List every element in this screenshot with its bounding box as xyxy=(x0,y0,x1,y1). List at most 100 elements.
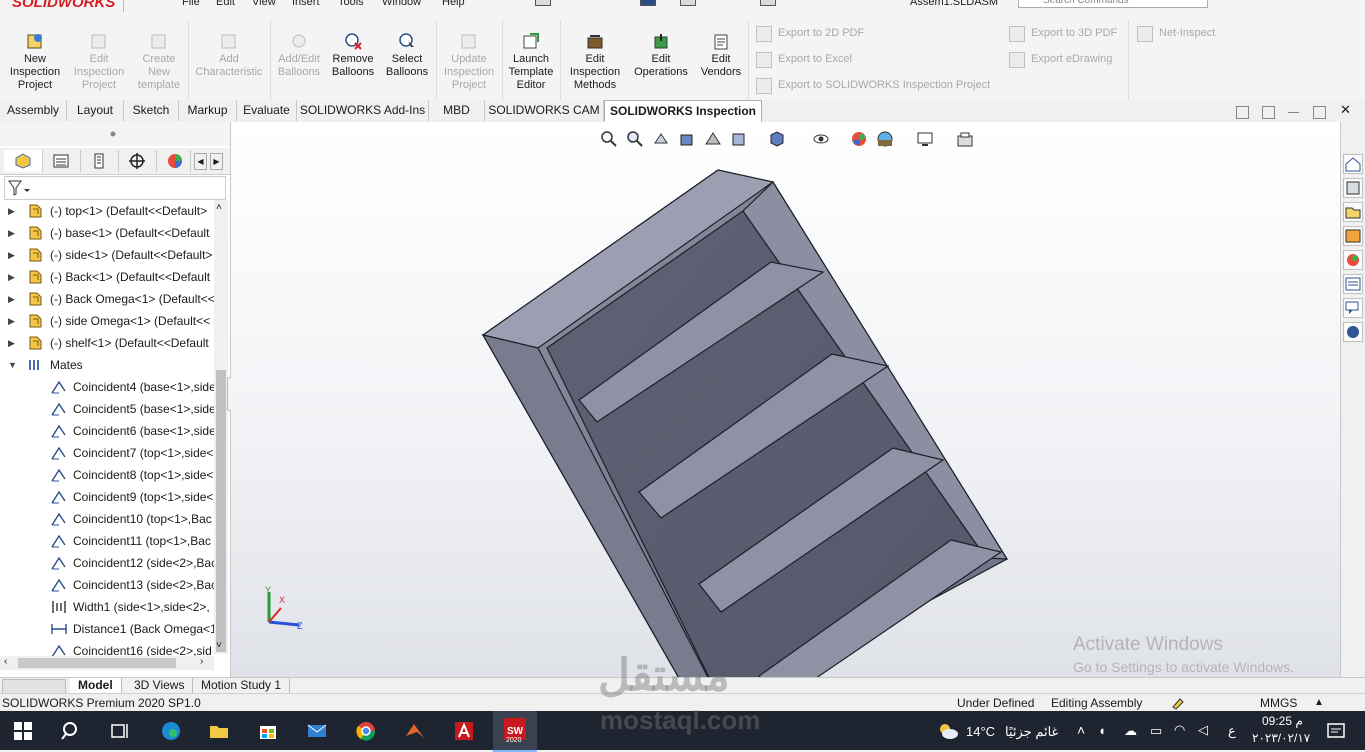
windows-start-icon[interactable] xyxy=(12,720,34,742)
edit-inspection-methods-button[interactable]: Edit Inspection Methods xyxy=(564,28,626,92)
menu-insert[interactable]: Insert xyxy=(292,0,320,8)
tab-markup[interactable]: Markup xyxy=(179,100,237,121)
tabs-scroll-right-icon[interactable]: ▶ xyxy=(210,153,223,170)
scroll-down-icon[interactable]: ˅ xyxy=(216,640,222,651)
tree-filter[interactable] xyxy=(4,176,226,200)
tree-mate-row[interactable]: Coincident4 (base<1>,side xyxy=(0,376,214,398)
create-new-template-button[interactable]: Create New template xyxy=(132,28,186,92)
tree-horizontal-scrollbar[interactable]: ‹ › xyxy=(0,656,214,670)
select-icon[interactable] xyxy=(760,0,776,6)
design-library-icon[interactable] xyxy=(1343,178,1363,198)
expand-arrow-icon[interactable]: ▶ xyxy=(8,288,15,310)
net-inspect-button[interactable]: Net-Inspect xyxy=(1137,25,1215,42)
temperature-text[interactable]: 14°C xyxy=(966,724,995,739)
appearances-scenes-icon[interactable] xyxy=(1343,250,1363,270)
wifi-icon[interactable]: ◠ xyxy=(1174,722,1185,738)
tab-addins[interactable]: SOLIDWORKS Add-Ins xyxy=(297,100,429,121)
configuration-manager-tab[interactable] xyxy=(80,150,119,172)
tree-mate-row[interactable]: Coincident8 (top<1>,side< xyxy=(0,464,214,486)
expand-arrow-icon[interactable]: ▶ xyxy=(8,200,15,222)
print-icon[interactable] xyxy=(680,0,696,6)
tree-mate-row[interactable]: Distance1 (Back Omega<1 xyxy=(0,618,214,640)
show-hidden-icons[interactable]: ˄ xyxy=(1077,722,1085,738)
matlab-icon[interactable] xyxy=(404,720,426,742)
restore-icon[interactable] xyxy=(1313,106,1326,119)
file-explorer-icon[interactable] xyxy=(1343,202,1363,222)
tab-cam[interactable]: SOLIDWORKS CAM xyxy=(485,100,604,121)
chrome-icon[interactable] xyxy=(355,720,377,742)
expand-arrow-icon[interactable]: ▶ xyxy=(8,244,15,266)
menu-help[interactable]: Help xyxy=(442,0,465,8)
property-manager-tab[interactable] xyxy=(42,150,81,172)
expand-arrow-icon[interactable]: ▶ xyxy=(8,332,15,354)
bookcase-3d-model[interactable] xyxy=(231,122,1340,677)
search-icon[interactable] xyxy=(60,720,82,742)
autocad-icon[interactable] xyxy=(453,720,475,742)
scroll-left-icon[interactable]: ‹ xyxy=(4,656,7,667)
custom-properties-icon[interactable] xyxy=(1343,274,1363,294)
tile-left-icon[interactable] xyxy=(1236,106,1249,119)
collapse-arrow-icon[interactable]: ▼ xyxy=(8,354,17,376)
export-inspection-project-button[interactable]: Export to SOLIDWORKS Inspection Project xyxy=(756,77,990,94)
tree-component-row[interactable]: ▶ (-) top<1> (Default<<Default> xyxy=(0,200,214,222)
export-edrawing-button[interactable]: Export eDrawing xyxy=(1009,51,1112,68)
view-palette-icon[interactable] xyxy=(1343,226,1363,246)
file-explorer-taskbar-icon[interactable] xyxy=(208,720,230,742)
tab-inspection[interactable]: SOLIDWORKS Inspection xyxy=(604,100,762,123)
close-icon[interactable]: ✕ xyxy=(1340,103,1351,116)
rebuild-icon[interactable] xyxy=(1170,695,1186,711)
graphics-area[interactable]: Y X Z Activate Windows Go to Settings to… xyxy=(231,122,1340,677)
tree-mates-folder[interactable]: ▼ Mates xyxy=(0,354,214,376)
menu-view[interactable]: View xyxy=(252,0,276,8)
edit-inspection-project-button[interactable]: Edit Inspection Project xyxy=(66,28,132,92)
home-icon[interactable] xyxy=(535,0,551,6)
add-characteristic-button[interactable]: Add Characteristic xyxy=(192,28,266,79)
mail-icon[interactable] xyxy=(306,720,328,742)
input-language-text[interactable]: ع xyxy=(1228,723,1236,739)
clock-time-text[interactable]: 09:25 م xyxy=(1262,714,1303,728)
tree-mate-row[interactable]: Coincident9 (top<1>,side< xyxy=(0,486,214,508)
tree-component-row[interactable]: ▶ (-) base<1> (Default<<Default xyxy=(0,222,214,244)
panel-sash[interactable] xyxy=(0,122,230,146)
menu-window[interactable]: Window xyxy=(382,0,421,8)
weather-icon[interactable] xyxy=(935,720,958,742)
search-commands-input[interactable]: Search Commands xyxy=(1018,0,1208,8)
notifications-icon[interactable] xyxy=(1325,720,1347,742)
tab-model[interactable]: Model xyxy=(70,678,122,693)
tree-mate-row[interactable]: Coincident11 (top<1>,Bac xyxy=(0,530,214,552)
tree-component-row[interactable]: ▶ (-) Back Omega<1> (Default<< xyxy=(0,288,214,310)
remove-balloons-button[interactable]: Remove Balloons xyxy=(326,28,380,79)
clock-date-text[interactable]: ٢٠٢٣/٠٢/١٧ xyxy=(1252,731,1310,745)
solidworks-taskbar-button[interactable]: SW 2020 xyxy=(493,711,537,752)
menu-tools[interactable]: Tools xyxy=(338,0,364,8)
tree-mate-row[interactable]: Coincident6 (base<1>,side xyxy=(0,420,214,442)
launch-template-editor-button[interactable]: Launch Template Editor xyxy=(504,28,558,92)
dimxpert-tab[interactable] xyxy=(118,150,157,172)
new-inspection-project-button[interactable]: New Inspection Project xyxy=(4,28,66,92)
network-icon[interactable]: ◖ xyxy=(1098,723,1106,738)
expand-arrow-icon[interactable]: ▶ xyxy=(8,310,15,332)
solidworks-resources-icon[interactable] xyxy=(1343,154,1363,174)
update-inspection-project-button[interactable]: Update Inspection Project xyxy=(438,28,500,92)
edit-vendors-button[interactable]: Edit Vendors xyxy=(696,28,746,79)
edge-browser-icon[interactable] xyxy=(160,720,182,742)
tree-vertical-scrollbar[interactable]: ˄ ˅ xyxy=(214,200,228,654)
unit-system-text[interactable]: MMGS xyxy=(1260,694,1297,712)
tab-motion-study[interactable]: Motion Study 1 xyxy=(193,678,291,693)
edit-operations-button[interactable]: Edit Operations xyxy=(626,28,696,79)
select-balloons-button[interactable]: Select Balloons xyxy=(380,28,434,79)
scrollbar-thumb[interactable] xyxy=(216,370,226,652)
tab-assembly[interactable]: Assembly xyxy=(0,100,67,121)
scroll-right-icon[interactable]: › xyxy=(200,656,203,667)
feature-manager-tab[interactable] xyxy=(4,150,43,172)
tree-mate-row[interactable]: Coincident13 (side<2>,Bac xyxy=(0,574,214,596)
forum-icon[interactable] xyxy=(1343,298,1363,318)
expand-arrow-icon[interactable]: ▶ xyxy=(8,222,15,244)
tab-evaluate[interactable]: Evaluate xyxy=(237,100,297,121)
volume-icon[interactable]: ◁ xyxy=(1198,722,1208,738)
community-icon[interactable] xyxy=(1343,322,1363,342)
battery-icon[interactable]: ▭ xyxy=(1150,723,1162,739)
tree-mate-row[interactable]: Coincident5 (base<1>,side xyxy=(0,398,214,420)
tab-mbd[interactable]: MBD xyxy=(429,100,485,121)
onedrive-icon[interactable]: ☁ xyxy=(1124,723,1137,739)
